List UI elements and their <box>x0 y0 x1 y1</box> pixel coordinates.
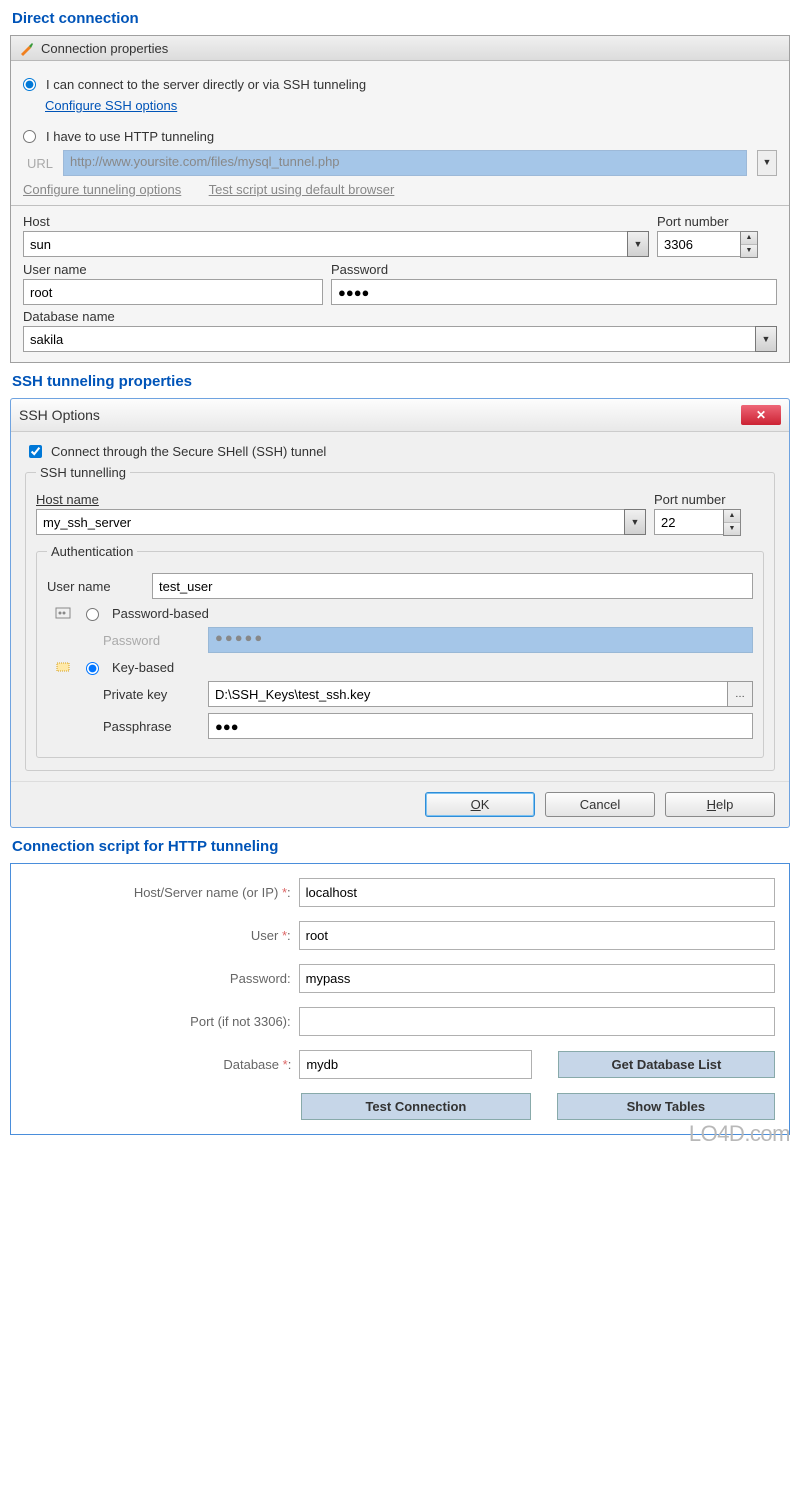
ssh-port-spinner[interactable]: ▲▼ <box>723 509 741 536</box>
show-tables-button[interactable]: Show Tables <box>557 1093 775 1120</box>
ssh-tunnelling-fieldset: SSH tunnelling Host name ▼ Port number ▲… <box>25 465 775 771</box>
panel-header-text: Connection properties <box>41 41 168 56</box>
section-http-title: Connection script for HTTP tunneling <box>12 838 788 855</box>
username-input[interactable] <box>23 279 323 305</box>
http-port-label: Port (if not 3306): <box>25 1014 299 1029</box>
radio-direct[interactable] <box>23 78 36 91</box>
test-connection-button[interactable]: Test Connection <box>301 1093 531 1120</box>
section-ssh-title: SSH tunneling properties <box>12 373 788 390</box>
http-host-label: Host/Server name (or IP) *: <box>25 885 299 900</box>
ssh-user-input[interactable] <box>152 573 753 599</box>
url-label: URL <box>27 156 53 171</box>
carrot-icon <box>19 40 35 56</box>
database-label: Database name <box>23 309 777 324</box>
password-based-label: Password-based <box>112 606 209 621</box>
database-input[interactable] <box>23 326 755 352</box>
section-direct-title: Direct connection <box>12 10 788 27</box>
ssh-user-label: User name <box>47 579 142 594</box>
ssh-host-dropdown-btn[interactable]: ▼ <box>624 509 646 535</box>
radio-http-label: I have to use HTTP tunneling <box>46 129 214 144</box>
watermark: LO4D.com <box>689 1121 790 1147</box>
port-spinner[interactable]: ▲▼ <box>740 231 758 258</box>
key-icon <box>55 659 71 675</box>
radio-http[interactable] <box>23 130 36 143</box>
key-based-label: Key-based <box>112 660 174 675</box>
http-pass-label: Password: <box>25 971 299 986</box>
close-icon: ✕ <box>756 408 766 422</box>
http-port-input[interactable] <box>299 1007 775 1036</box>
passphrase-label: Passphrase <box>103 719 198 734</box>
passphrase-input[interactable] <box>208 713 753 739</box>
cancel-button[interactable]: Cancel <box>545 792 655 817</box>
http-tunnel-form: Host/Server name (or IP) *: User *: Pass… <box>10 863 790 1135</box>
panel-header: Connection properties <box>11 36 789 61</box>
configure-tunnel-link: Configure tunneling options <box>23 182 181 197</box>
port-label: Port number <box>657 214 777 229</box>
port-input[interactable] <box>657 231 740 257</box>
ssh-password-label: Password <box>103 633 198 648</box>
http-pass-input[interactable] <box>299 964 775 993</box>
database-dropdown-btn[interactable]: ▼ <box>755 326 777 352</box>
url-dropdown-btn: ▼ <box>757 150 777 176</box>
close-button[interactable]: ✕ <box>741 405 781 425</box>
ssh-enable-label: Connect through the Secure SHell (SSH) t… <box>51 444 326 459</box>
ssh-host-label: Host name <box>36 492 646 507</box>
test-script-link: Test script using default browser <box>209 182 395 197</box>
url-input: http://www.yoursite.com/files/mysql_tunn… <box>63 150 747 176</box>
configure-ssh-link[interactable]: Configure SSH options <box>45 98 777 113</box>
radio-direct-label: I can connect to the server directly or … <box>46 77 366 92</box>
help-button[interactable]: Help <box>665 792 775 817</box>
ssh-password-input: ●●●●● <box>208 627 753 653</box>
http-user-label: User *: <box>25 928 299 943</box>
http-db-label: Database *: <box>25 1057 299 1072</box>
http-host-input[interactable] <box>299 878 775 907</box>
browse-button[interactable]: … <box>727 681 753 707</box>
private-key-label: Private key <box>103 687 198 702</box>
connection-properties-panel: Connection properties I can connect to t… <box>10 35 790 363</box>
get-db-list-button[interactable]: Get Database List <box>558 1051 775 1078</box>
host-label: Host <box>23 214 649 229</box>
host-dropdown-btn[interactable]: ▼ <box>627 231 649 257</box>
password-icon <box>55 605 71 621</box>
private-key-input[interactable] <box>208 681 727 707</box>
http-user-input[interactable] <box>299 921 775 950</box>
radio-password-based[interactable] <box>86 608 99 621</box>
ssh-port-label: Port number <box>654 492 764 507</box>
ssh-options-dialog: SSH Options ✕ Connect through the Secure… <box>10 398 790 828</box>
ssh-fieldset-legend: SSH tunnelling <box>36 465 130 480</box>
ssh-dialog-title: SSH Options <box>19 407 100 423</box>
password-input[interactable] <box>331 279 777 305</box>
ssh-enable-checkbox[interactable] <box>29 445 42 458</box>
username-label: User name <box>23 262 323 277</box>
radio-key-based[interactable] <box>86 662 99 675</box>
ssh-port-input[interactable] <box>654 509 723 535</box>
host-input[interactable] <box>23 231 627 257</box>
auth-fieldset: Authentication User name Password-based … <box>36 544 764 758</box>
http-db-input[interactable] <box>299 1050 532 1079</box>
ssh-host-input[interactable] <box>36 509 624 535</box>
auth-legend: Authentication <box>47 544 137 559</box>
ok-button[interactable]: OK <box>425 792 535 817</box>
password-label: Password <box>331 262 777 277</box>
